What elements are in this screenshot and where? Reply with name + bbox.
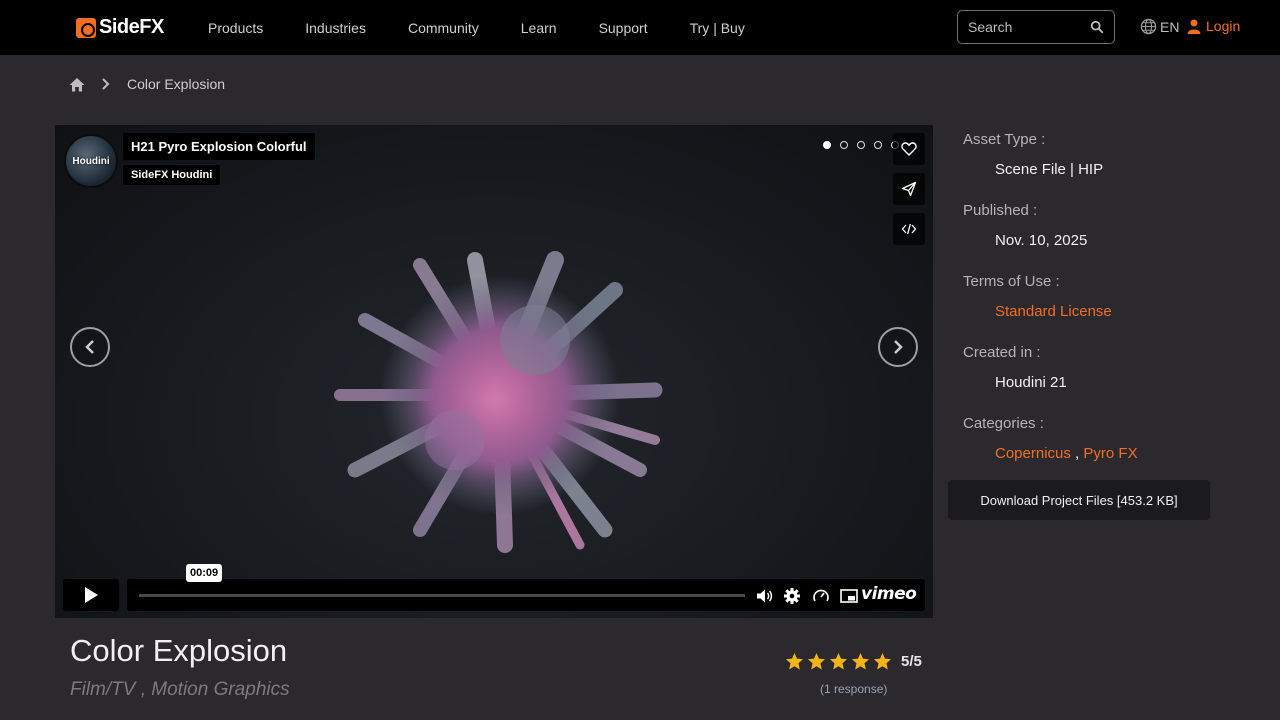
star-icon [829, 652, 848, 670]
heart-icon [901, 142, 917, 156]
published-value: Nov. 10, 2025 [995, 232, 1088, 249]
language-label: EN [1160, 18, 1180, 35]
settings-gear-icon[interactable] [783, 587, 801, 605]
breadcrumb-current: Color Explosion [127, 76, 226, 92]
channel-avatar[interactable]: Houdini [64, 134, 118, 188]
send-icon [901, 181, 917, 197]
star-icon [851, 652, 870, 670]
login-link[interactable]: Login [1187, 18, 1240, 34]
sidefx-logo[interactable]: SideFX [76, 16, 164, 39]
video-player[interactable]: Houdini H21 Pyro Explosion Colorful Side… [55, 125, 933, 618]
language-selector[interactable]: EN [1140, 18, 1179, 35]
category-link-copernicus[interactable]: Copernicus [995, 445, 1071, 462]
explosion-video-frame [334, 251, 663, 553]
like-button[interactable] [893, 133, 925, 165]
video-channel[interactable]: SideFX Houdini [123, 165, 221, 185]
slide-dot-1[interactable] [823, 141, 831, 149]
created-group: Created in : Houdini 21 [963, 344, 1067, 391]
next-slide-button[interactable] [878, 327, 918, 367]
video-controls: 00:09 vimeo [63, 564, 925, 611]
created-label: Created in : [963, 344, 1041, 361]
asset-type-value: Scene File | HIP [995, 161, 1104, 178]
chevron-left-icon [85, 340, 94, 354]
categories-value: Copernicus , Pyro FX [995, 445, 1138, 462]
asset-industries: Film/TV , Motion Graphics [70, 679, 290, 700]
home-icon[interactable] [69, 77, 85, 92]
download-project-files-button[interactable]: Download Project Files [453.2 KB] [948, 480, 1210, 520]
volume-icon[interactable] [755, 587, 773, 605]
sidefx-logo-mark-icon [76, 17, 96, 38]
previous-slide-button[interactable] [70, 327, 110, 367]
star-icon [785, 652, 804, 670]
nav-link-products[interactable]: Products [208, 20, 263, 36]
search-box [957, 10, 1115, 44]
asset-type-label: Asset Type : [963, 131, 1046, 148]
nav-link-support[interactable]: Support [599, 20, 648, 36]
slide-dot-4[interactable] [874, 141, 882, 149]
vimeo-logo[interactable]: vimeo [861, 584, 917, 604]
nav-link-learn[interactable]: Learn [521, 20, 557, 36]
play-icon [85, 587, 98, 603]
embed-button[interactable] [893, 213, 925, 245]
progress-bar[interactable] [139, 594, 745, 597]
share-button[interactable] [893, 173, 925, 205]
login-label: Login [1206, 18, 1241, 34]
breadcrumb: Color Explosion [69, 76, 225, 92]
published-group: Published : Nov. 10, 2025 [963, 202, 1087, 249]
rating-value: 5/5 [901, 653, 922, 670]
star-icon [873, 652, 892, 670]
nav-link-community[interactable]: Community [408, 20, 479, 36]
license-link[interactable]: Standard License [995, 303, 1112, 320]
video-title[interactable]: H21 Pyro Explosion Colorful [123, 133, 315, 160]
code-icon [901, 223, 917, 235]
playback-speed-icon[interactable] [812, 587, 830, 605]
slide-dot-2[interactable] [840, 141, 848, 149]
asset-title: Color Explosion [70, 633, 288, 668]
category-separator: , [1070, 445, 1084, 462]
categories-group: Categories : Copernicus , Pyro FX [963, 415, 1138, 462]
nav-link-try-buy[interactable]: Try | Buy [690, 20, 745, 36]
search-input[interactable] [968, 11, 1088, 43]
star-rating[interactable]: 5/5 [785, 652, 922, 671]
time-tooltip: 00:09 [186, 564, 223, 582]
control-bar: 00:09 vimeo [127, 564, 925, 611]
category-link-pyro-fx[interactable]: Pyro FX [1083, 445, 1137, 462]
terms-group: Terms of Use : Standard License [963, 273, 1112, 320]
user-icon [1187, 19, 1201, 34]
globe-icon [1140, 18, 1157, 35]
terms-label: Terms of Use : [963, 273, 1060, 290]
nav-link-industries[interactable]: Industries [305, 20, 366, 36]
logo-text: SideFX [99, 16, 164, 38]
channel-avatar-label: Houdini [72, 155, 110, 167]
picture-in-picture-icon[interactable] [840, 587, 858, 605]
search-icon[interactable] [1090, 20, 1104, 34]
published-label: Published : [963, 202, 1038, 219]
asset-type-group: Asset Type : Scene File | HIP [963, 131, 1103, 178]
nav-links: Products Industries Community Learn Supp… [208, 0, 787, 55]
slide-dot-3[interactable] [857, 141, 865, 149]
categories-label: Categories : [963, 415, 1044, 432]
chevron-right-icon [894, 340, 903, 354]
star-icon [807, 652, 826, 670]
created-value: Houdini 21 [995, 374, 1067, 391]
response-count[interactable]: (1 response) [820, 682, 887, 696]
top-navbar: SideFX Products Industries Community Lea… [0, 0, 1280, 55]
chevron-right-icon [102, 78, 110, 90]
play-button[interactable] [63, 579, 119, 611]
